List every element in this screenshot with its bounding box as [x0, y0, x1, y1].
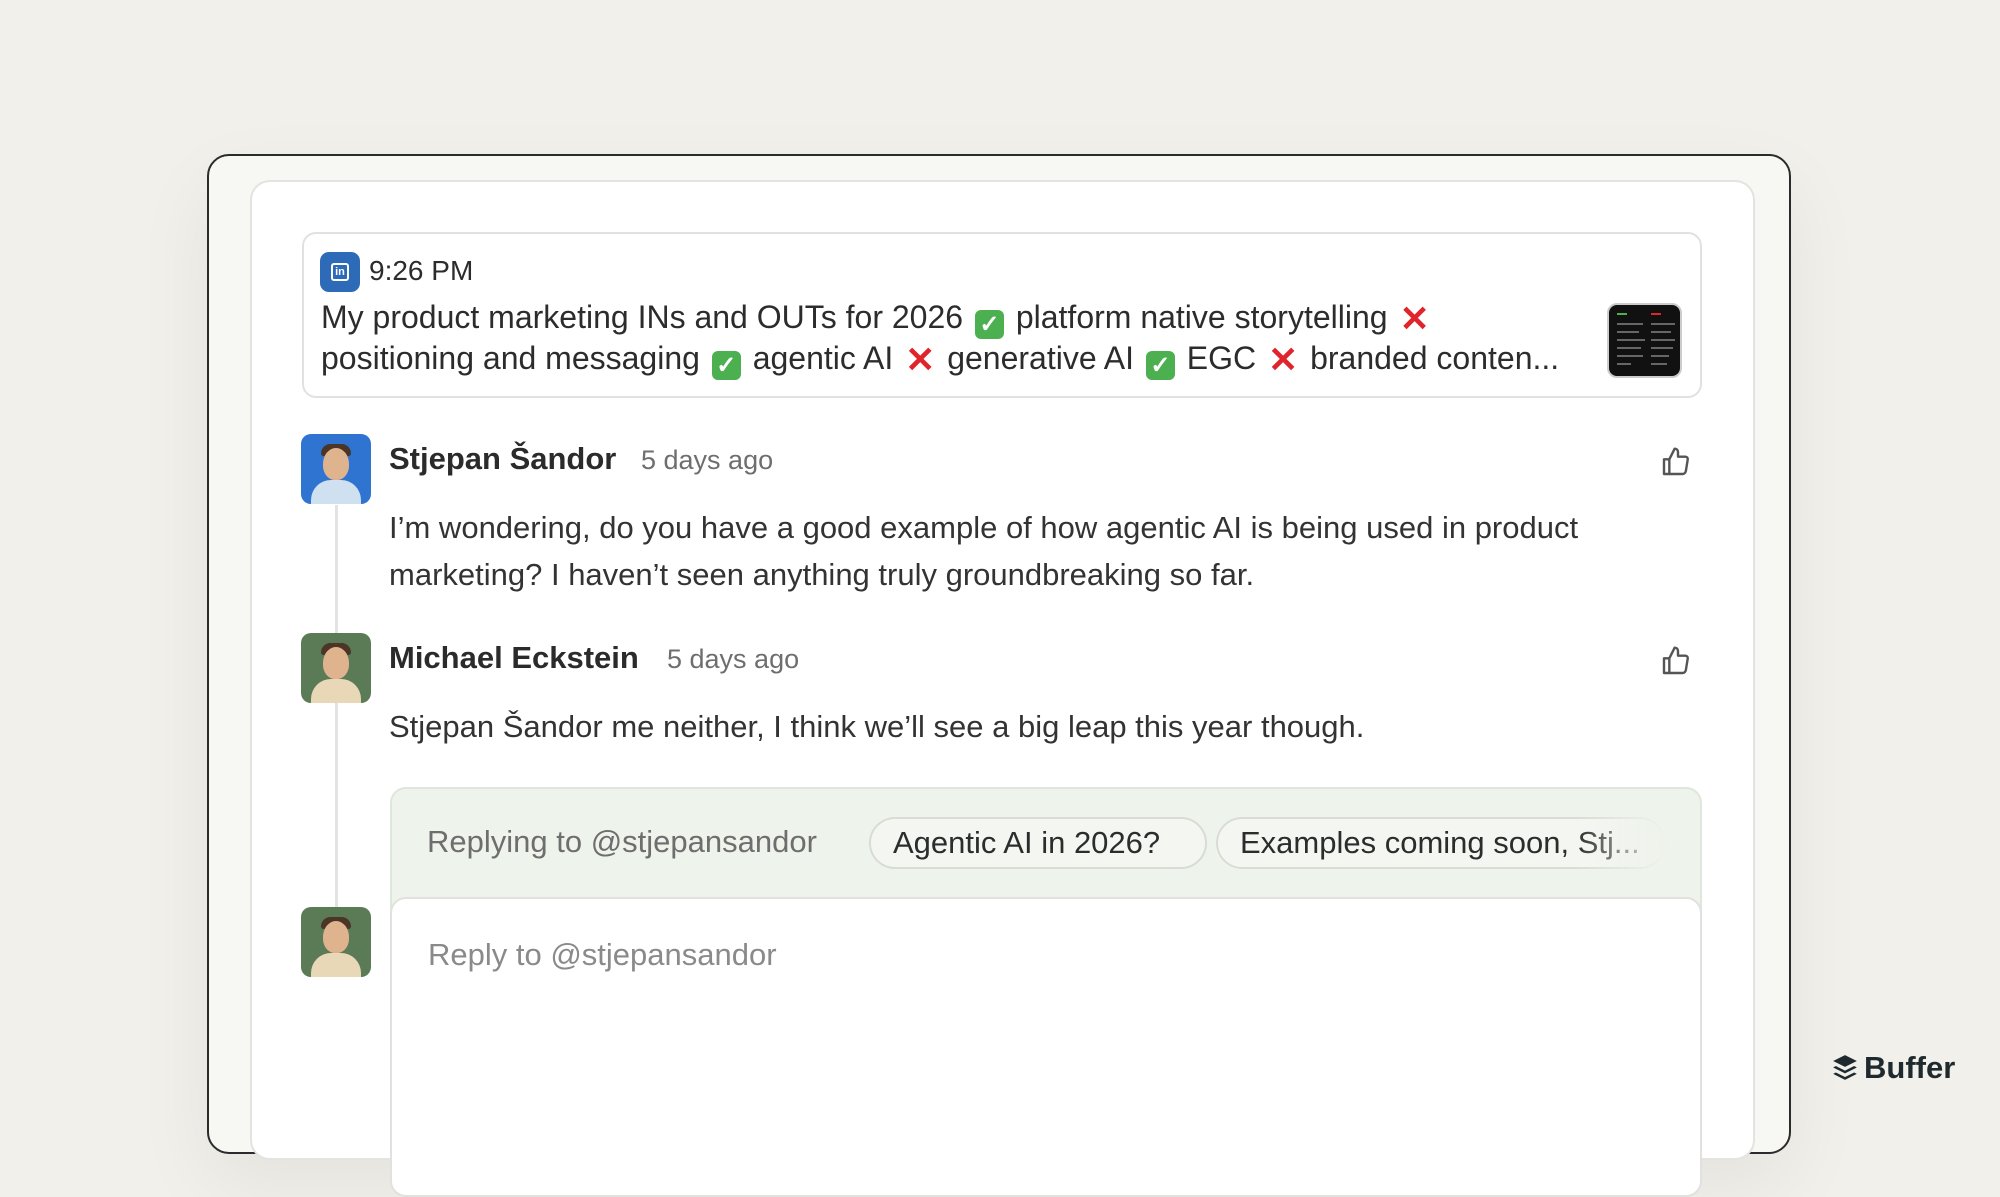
avatar[interactable] — [301, 633, 371, 703]
avatar[interactable] — [301, 434, 371, 504]
post-text-segment: branded conten... — [1301, 340, 1560, 376]
linkedin-icon: in — [320, 252, 360, 292]
post-time: 9:26 PM — [369, 255, 474, 286]
comment-timestamp: 5 days ago — [641, 445, 774, 475]
buffer-stack-icon — [1833, 1055, 1857, 1080]
post-text-segment: agentic AI — [743, 340, 903, 376]
post-thumbnail[interactable] — [1607, 303, 1682, 378]
post-text-segment: My product marketing INs and OUTs for 20… — [321, 299, 972, 335]
brand-name: Buffer — [1864, 1050, 1956, 1085]
replying-to-label: Replying to @stjepansandor — [427, 824, 817, 859]
comment-timestamp: 5 days ago — [667, 644, 800, 674]
cross-mark-icon: ✕ — [1399, 298, 1430, 339]
comment-text: Stjepan Šandor me neither, I think we’ll… — [389, 709, 1365, 744]
check-mark-icon: ✓ — [1145, 351, 1175, 380]
suggestion-chip[interactable]: Agentic AI in 2026? — [869, 817, 1207, 869]
thumbs-up-icon[interactable] — [1660, 446, 1692, 478]
post-excerpt: My product marketing INs and OUTs for 20… — [321, 298, 1591, 380]
post-text-segment: positioning and messaging — [321, 340, 709, 376]
cross-mark-icon: ✕ — [905, 339, 936, 380]
thumbs-up-icon[interactable] — [1660, 645, 1692, 677]
thread-connector-line — [335, 505, 338, 913]
cross-mark-icon: ✕ — [1268, 339, 1299, 380]
buffer-logo: Buffer — [1832, 1050, 1955, 1086]
reply-input[interactable] — [390, 897, 1702, 1197]
suggestion-chip[interactable]: Examples coming soon, Stj... — [1216, 817, 1666, 869]
comment-text: I’m wondering, do you have a good exampl… — [389, 510, 1579, 592]
current-user-avatar — [301, 907, 371, 977]
post-text-segment: platform native storytelling — [1006, 299, 1397, 335]
comment-author-name[interactable]: Michael Eckstein — [389, 640, 639, 676]
comment-author-name[interactable]: Stjepan Šandor — [389, 441, 616, 477]
check-mark-icon: ✓ — [711, 351, 741, 380]
post-text-segment: generative AI — [938, 340, 1143, 376]
check-mark-icon: ✓ — [974, 310, 1004, 339]
post-text-segment: EGC — [1177, 340, 1266, 376]
